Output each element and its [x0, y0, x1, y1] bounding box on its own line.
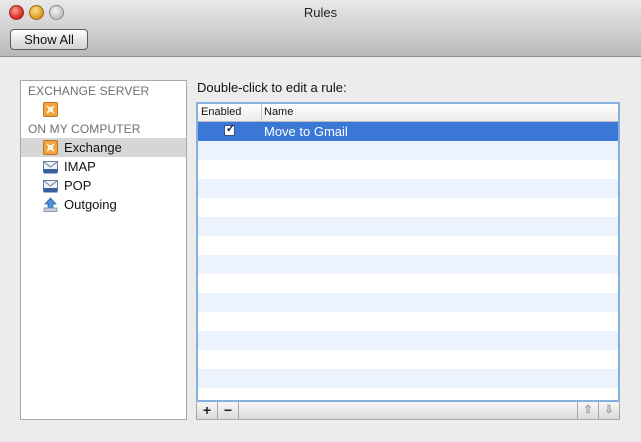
- rules-window: Rules Show All EXCHANGE SERVER ON MY COM…: [0, 0, 641, 442]
- column-divider: [261, 104, 262, 121]
- exchange-icon: [43, 102, 58, 117]
- rules-caption: Double-click to edit a rule:: [197, 80, 347, 95]
- exchange-server-header: EXCHANGE SERVER: [28, 84, 150, 98]
- exchange-icon: [43, 140, 58, 155]
- sidebar-item-label: POP: [64, 178, 92, 193]
- empty-row: [198, 369, 618, 388]
- empty-row: [198, 331, 618, 350]
- column-header-enabled[interactable]: Enabled: [201, 106, 241, 118]
- empty-row: [198, 293, 618, 312]
- column-header-name[interactable]: Name: [264, 106, 293, 118]
- rule-name: Move to Gmail: [264, 124, 348, 139]
- pop-icon: [43, 180, 58, 193]
- add-rule-button[interactable]: +: [197, 402, 218, 419]
- outgoing-icon: [43, 197, 58, 212]
- sidebar-item-pop[interactable]: POP: [21, 176, 186, 195]
- empty-row: [198, 179, 618, 198]
- account-sidebar: EXCHANGE SERVER ON MY COMPUTER Exchange: [20, 80, 187, 420]
- rules-bottom-bar: + − ⇧ ⇩: [196, 402, 620, 420]
- rules-table[interactable]: Enabled Name ✓ Move to Gmail: [196, 102, 620, 402]
- table-header: Enabled Name: [198, 104, 618, 122]
- empty-row: [198, 217, 618, 236]
- rules-rows: ✓ Move to Gmail: [198, 121, 618, 400]
- sidebar-item-label: Exchange: [64, 140, 122, 155]
- empty-row: [198, 198, 618, 217]
- empty-row: [198, 236, 618, 255]
- rule-enabled-checkbox[interactable]: ✓: [224, 123, 236, 136]
- window-title: Rules: [303, 5, 338, 20]
- sidebar-item-exchange-server-account[interactable]: [21, 100, 186, 119]
- sidebar-item-label: IMAP: [64, 159, 96, 174]
- move-rule-down-button[interactable]: ⇩: [598, 402, 619, 419]
- remove-rule-button[interactable]: −: [218, 402, 239, 419]
- checkmark-icon: ✓: [225, 123, 236, 135]
- empty-row: [198, 141, 618, 160]
- move-rule-up-button[interactable]: ⇧: [577, 402, 598, 419]
- empty-row: [198, 312, 618, 331]
- rule-row[interactable]: ✓ Move to Gmail: [198, 122, 618, 141]
- empty-row: [198, 255, 618, 274]
- imap-icon: [43, 161, 58, 174]
- empty-row: [198, 160, 618, 179]
- empty-row: [198, 350, 618, 369]
- sidebar-item-label: Outgoing: [64, 197, 117, 212]
- on-my-computer-header: ON MY COMPUTER: [28, 122, 141, 136]
- sidebar-item-exchange[interactable]: Exchange: [21, 138, 186, 157]
- title-bar: Rules Show All: [0, 0, 641, 57]
- sidebar-item-outgoing[interactable]: Outgoing: [21, 195, 186, 214]
- empty-row: [198, 274, 618, 293]
- empty-row: [198, 388, 618, 400]
- sidebar-item-imap[interactable]: IMAP: [21, 157, 186, 176]
- show-all-button[interactable]: Show All: [10, 29, 88, 50]
